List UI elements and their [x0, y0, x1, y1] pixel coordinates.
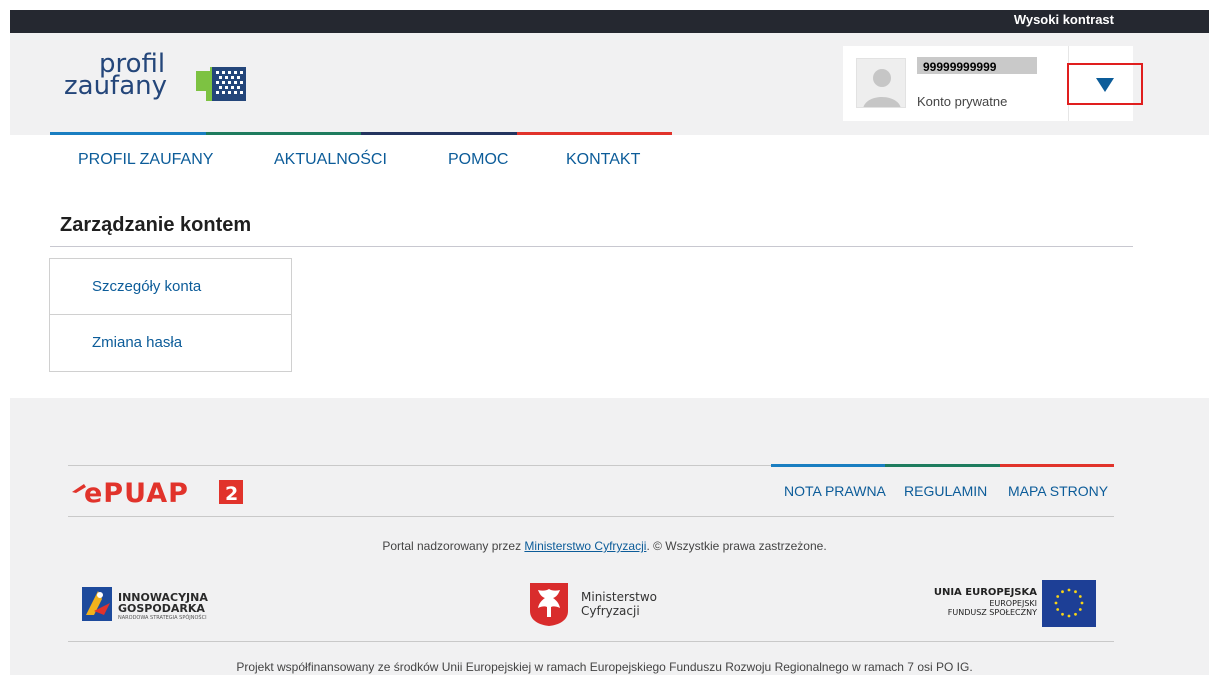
footer-color-stripe: [771, 464, 1114, 467]
top-bar-dark: Wysoki kontrast: [10, 10, 1209, 33]
account-dropdown-button[interactable]: [1067, 63, 1143, 105]
ig-line3: NARODOWA STRATEGIA SPÓJNOŚCI: [118, 615, 207, 621]
user-id: 99999999999: [923, 60, 997, 74]
epuap-logo[interactable]: ePUAP 2: [70, 478, 245, 511]
side-menu-change-password[interactable]: Zmiana hasła: [50, 315, 291, 371]
eu-text: UNIA EUROPEJSKA EUROPEJSKI FUNDUSZ SPOŁE…: [934, 587, 1037, 617]
page-title: Zarządzanie kontem: [60, 214, 252, 236]
ig-text: INNOWACYJNA GOSPODARKA NARODOWA STRATEGI…: [118, 592, 208, 622]
svg-text:2: 2: [225, 483, 238, 505]
mc-line1: Ministerstwo: [581, 590, 658, 604]
nav-item-aktualnosci[interactable]: AKTUALNOŚCI: [274, 151, 414, 169]
eu-line1: UNIA EUROPEJSKA: [933, 587, 1037, 598]
eu-flag: [1042, 580, 1096, 627]
ministry-logo: [528, 581, 570, 632]
innowacyjna-gospodarka-logo: [80, 585, 114, 628]
profil-zaufany-logo[interactable]: profil zaufany: [64, 51, 264, 123]
nav-item-profil-zaufany[interactable]: PROFIL ZAUFANY: [78, 151, 238, 169]
top-bar: Wysoki kontrast: [0, 0, 1209, 33]
triangle-down-icon: [1096, 78, 1114, 92]
supervision-suffix: . © Wszystkie prawa zastrzeżone.: [646, 539, 827, 553]
user-silhouette-icon: [857, 59, 905, 107]
footer-middle-divider: [68, 516, 1114, 517]
ig-line2: GOSPODARKA: [118, 602, 205, 615]
svg-text:ePUAP: ePUAP: [84, 478, 189, 506]
account-side-menu: Szczegóły konta Zmiana hasła: [49, 258, 292, 372]
ig-emblem-icon: [82, 587, 112, 621]
footer-bottom-divider: [68, 641, 1114, 642]
footer-link-regulamin[interactable]: REGULAMIN: [904, 483, 987, 499]
logo-text: profil zaufany: [64, 51, 168, 101]
mc-line2: Cyfryzacji: [581, 604, 640, 618]
nav-item-pomoc[interactable]: POMOC: [448, 151, 508, 169]
ministry-link[interactable]: Ministerstwo Cyfryzacji: [524, 539, 646, 553]
logo-emblem-icon: [196, 67, 246, 101]
nav-item-kontakt[interactable]: KONTAKT: [566, 151, 666, 169]
footer-link-mapa-strony[interactable]: MAPA STRONY: [1008, 483, 1108, 499]
ministry-text: Ministerstwo Cyfryzacji: [581, 590, 657, 618]
footer: [10, 398, 1209, 675]
account-type: Konto prywatne: [917, 94, 1008, 109]
supervision-note: Portal nadzorowany przez Ministerstwo Cy…: [0, 539, 1209, 553]
title-divider: [50, 246, 1133, 247]
high-contrast-link[interactable]: Wysoki kontrast: [1014, 11, 1114, 29]
epuap-logo-icon: ePUAP 2: [72, 478, 243, 509]
header-color-stripe: [50, 132, 672, 135]
polish-eagle-icon: [530, 583, 568, 626]
eu-line3: FUNDUSZ SPOŁECZNY: [947, 608, 1037, 617]
side-menu-account-details[interactable]: Szczegóły konta: [50, 259, 291, 315]
avatar: [856, 58, 906, 108]
eu-stars-icon: [1054, 588, 1084, 618]
project-funding-note: Projekt współfinansowany ze środków Unii…: [236, 660, 973, 674]
footer-link-nota-prawna[interactable]: NOTA PRAWNA: [784, 483, 886, 499]
logo-line2: zaufany: [64, 71, 168, 101]
supervision-prefix: Portal nadzorowany przez: [382, 539, 522, 553]
eu-line2: EUROPEJSKI: [989, 599, 1037, 608]
